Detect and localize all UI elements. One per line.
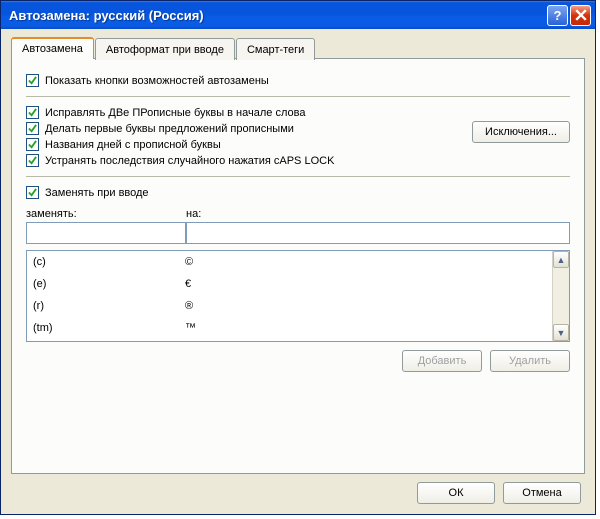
cancel-button[interactable]: Отмена — [503, 482, 581, 504]
list-item[interactable]: (r) ® — [27, 295, 552, 317]
column-header-with: на: — [186, 208, 570, 220]
label-replace-as-type: Заменять при вводе — [45, 187, 149, 199]
autocorrect-dialog: Автозамена: русский (Россия) ? Автозамен… — [0, 0, 596, 515]
window-title: Автозамена: русский (Россия) — [9, 8, 545, 23]
checkbox-capitalize-sentences[interactable] — [26, 122, 39, 135]
scroll-up-button[interactable]: ▲ — [553, 251, 569, 268]
delete-button[interactable]: Удалить — [490, 350, 570, 372]
checkbox-show-autocorrect-options[interactable] — [26, 74, 39, 87]
replace-input[interactable] — [26, 222, 186, 244]
close-icon — [575, 9, 587, 21]
add-button[interactable]: Добавить — [402, 350, 482, 372]
scroll-down-button[interactable]: ▼ — [553, 324, 569, 341]
chevron-up-icon: ▲ — [557, 255, 566, 265]
separator — [26, 176, 570, 177]
tab-smart-tags[interactable]: Смарт-теги — [236, 38, 315, 60]
dialog-footer: ОК Отмена — [11, 474, 585, 508]
label-correct-two-caps: Исправлять ДВе ПРописные буквы в начале … — [45, 107, 305, 119]
client-area: Автозамена Автоформат при вводе Смарт-те… — [1, 29, 595, 514]
with-input[interactable] — [186, 222, 570, 244]
checkbox-capitalize-days[interactable] — [26, 138, 39, 151]
separator — [26, 96, 570, 97]
ok-button[interactable]: ОК — [417, 482, 495, 504]
checkbox-correct-capslock[interactable] — [26, 154, 39, 167]
list-item[interactable]: (c) © — [27, 251, 552, 273]
scroll-track[interactable] — [553, 268, 569, 324]
label-correct-capslock: Устранять последствия случайного нажатия… — [45, 155, 334, 167]
list-body: (c) © (e) € (r) ® (tm) ™ — [27, 251, 552, 341]
label-capitalize-days: Названия дней с прописной буквы — [45, 139, 221, 151]
column-header-replace: заменять: — [26, 208, 186, 220]
tab-strip: Автозамена Автоформат при вводе Смарт-те… — [11, 37, 585, 59]
help-button[interactable]: ? — [547, 5, 568, 26]
chevron-down-icon: ▼ — [557, 328, 566, 338]
list-item[interactable]: (e) € — [27, 273, 552, 295]
replacements-list[interactable]: (c) © (e) € (r) ® (tm) ™ — [26, 250, 570, 342]
scrollbar[interactable]: ▲ ▼ — [552, 251, 569, 341]
exceptions-button[interactable]: Исключения... — [472, 121, 570, 143]
checkbox-replace-as-type[interactable] — [26, 186, 39, 199]
tab-autoformat[interactable]: Автоформат при вводе — [95, 38, 235, 60]
tab-panel: Показать кнопки возможностей автозамены … — [11, 58, 585, 474]
close-button[interactable] — [570, 5, 591, 26]
titlebar: Автозамена: русский (Россия) ? — [1, 1, 595, 29]
list-item[interactable]: (tm) ™ — [27, 317, 552, 339]
tab-autocorrect[interactable]: Автозамена — [11, 37, 94, 59]
label-show-autocorrect-options: Показать кнопки возможностей автозамены — [45, 75, 269, 87]
checkbox-correct-two-caps[interactable] — [26, 106, 39, 119]
label-capitalize-sentences: Делать первые буквы предложений прописны… — [45, 123, 294, 135]
